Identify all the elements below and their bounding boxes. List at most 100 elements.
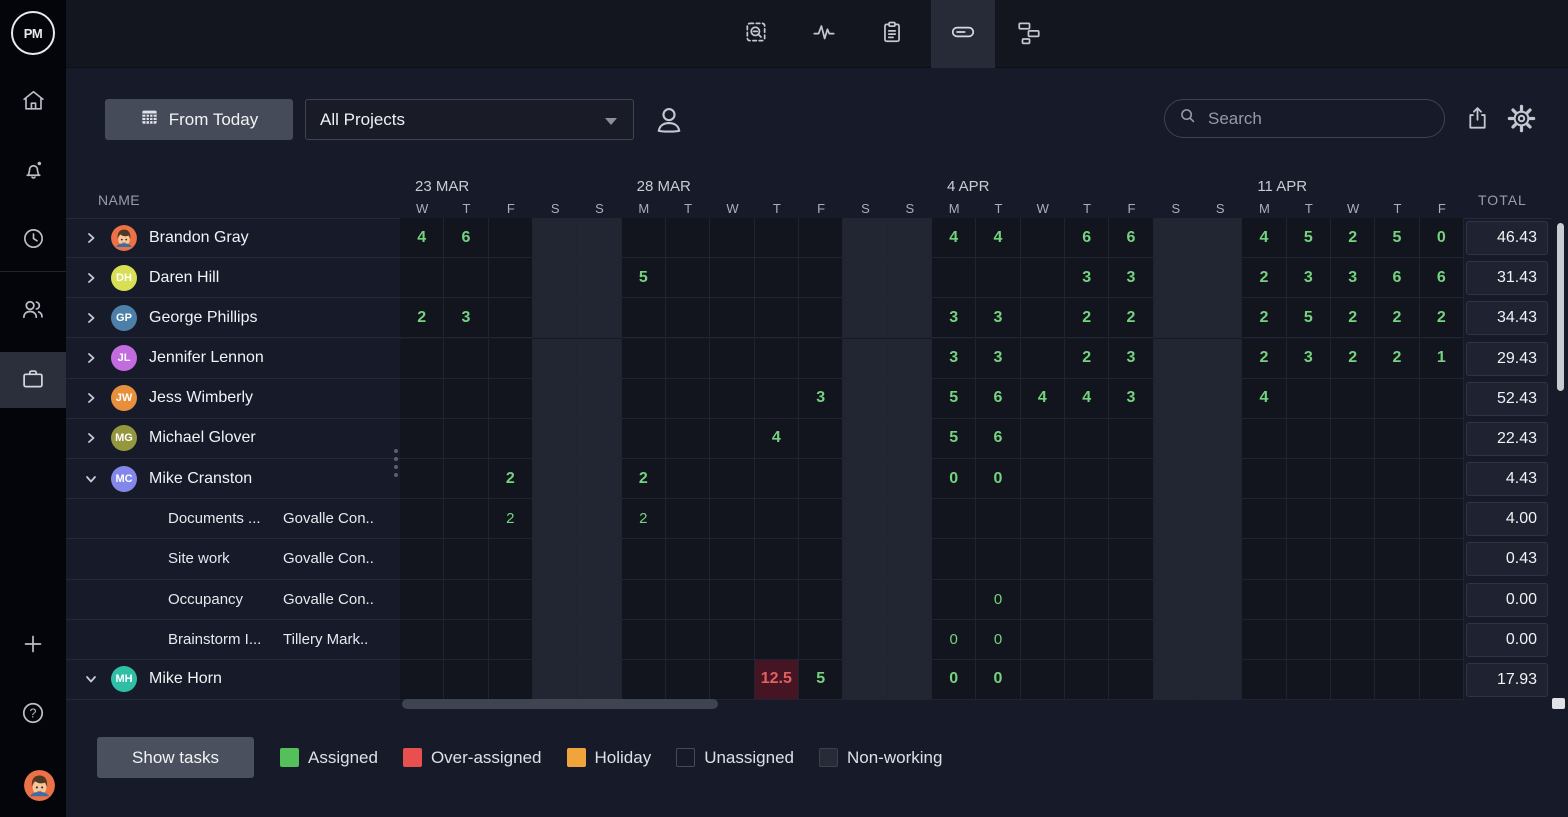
day-cell[interactable]	[976, 539, 1020, 579]
day-cell[interactable]	[533, 539, 577, 579]
day-cell[interactable]	[533, 339, 577, 379]
chevron-down-icon[interactable]	[84, 672, 98, 686]
day-cell[interactable]	[1021, 620, 1065, 660]
day-cell[interactable]: 6	[1375, 258, 1419, 298]
day-cell[interactable]	[666, 419, 710, 459]
chevron-right-icon[interactable]	[84, 231, 98, 245]
day-cell[interactable]	[932, 539, 976, 579]
day-cell[interactable]	[843, 660, 887, 700]
day-cell[interactable]	[710, 258, 754, 298]
day-cell[interactable]	[533, 660, 577, 700]
day-cell[interactable]	[1287, 620, 1331, 660]
day-cell[interactable]	[622, 580, 666, 620]
day-cell[interactable]	[1242, 580, 1286, 620]
chevron-right-icon[interactable]	[84, 351, 98, 365]
day-cell[interactable]	[710, 218, 754, 258]
day-cell[interactable]	[843, 419, 887, 459]
day-cell[interactable]	[755, 339, 799, 379]
day-cell[interactable]	[755, 499, 799, 539]
day-cell[interactable]	[843, 218, 887, 258]
day-cell[interactable]	[577, 339, 621, 379]
person-row[interactable]: MCMike Cranston	[66, 459, 400, 499]
day-cell[interactable]	[1154, 218, 1198, 258]
day-cell[interactable]: 3	[1109, 379, 1153, 419]
tab-portfolio[interactable]	[997, 0, 1061, 68]
day-cell[interactable]	[1021, 539, 1065, 579]
sidebar-item-team[interactable]	[0, 291, 66, 331]
day-cell[interactable]	[533, 419, 577, 459]
day-cell[interactable]	[1021, 339, 1065, 379]
day-cell[interactable]	[400, 620, 444, 660]
tab-tasks[interactable]	[860, 0, 924, 68]
day-cell[interactable]	[1287, 459, 1331, 499]
day-cell[interactable]	[1420, 379, 1464, 419]
day-cell[interactable]	[666, 499, 710, 539]
day-cell[interactable]	[666, 339, 710, 379]
day-cell[interactable]: 0	[976, 660, 1020, 700]
day-cell[interactable]: 5	[1375, 218, 1419, 258]
row-drag-handle[interactable]	[394, 449, 399, 477]
day-cell[interactable]	[1021, 499, 1065, 539]
day-cell[interactable]	[1109, 419, 1153, 459]
day-cell[interactable]	[1198, 660, 1242, 700]
day-cell[interactable]: 5	[932, 419, 976, 459]
sidebar-item-notifications[interactable]	[0, 152, 66, 192]
day-cell[interactable]	[444, 499, 488, 539]
day-cell[interactable]	[1287, 539, 1331, 579]
day-cell[interactable]	[444, 258, 488, 298]
day-cell[interactable]	[622, 660, 666, 700]
day-cell[interactable]	[1021, 580, 1065, 620]
day-cell[interactable]	[888, 499, 932, 539]
day-cell[interactable]	[1331, 539, 1375, 579]
day-cell[interactable]	[1109, 580, 1153, 620]
day-cell[interactable]	[1420, 499, 1464, 539]
day-cell[interactable]: 2	[1420, 298, 1464, 338]
day-cell[interactable]	[444, 620, 488, 660]
day-cell[interactable]: 2	[1109, 298, 1153, 338]
day-cell[interactable]	[533, 258, 577, 298]
day-cell[interactable]	[1242, 620, 1286, 660]
day-cell[interactable]: 3	[444, 298, 488, 338]
day-cell[interactable]	[444, 580, 488, 620]
day-cell[interactable]	[1109, 459, 1153, 499]
day-cell[interactable]	[444, 379, 488, 419]
day-cell[interactable]	[710, 419, 754, 459]
day-cell[interactable]	[1065, 580, 1109, 620]
day-cell[interactable]	[489, 258, 533, 298]
day-cell[interactable]	[1242, 499, 1286, 539]
day-cell[interactable]	[1065, 499, 1109, 539]
day-cell[interactable]	[489, 660, 533, 700]
day-cell[interactable]	[843, 379, 887, 419]
day-cell[interactable]	[843, 298, 887, 338]
day-cell[interactable]	[666, 218, 710, 258]
sidebar-item-time[interactable]	[0, 221, 66, 261]
pm-logo[interactable]: PM	[11, 11, 55, 55]
day-cell[interactable]: 4	[1242, 379, 1286, 419]
day-cell[interactable]: 0	[1420, 218, 1464, 258]
day-cell[interactable]	[843, 580, 887, 620]
day-cell[interactable]	[710, 499, 754, 539]
day-cell[interactable]	[755, 258, 799, 298]
day-cell[interactable]	[622, 218, 666, 258]
day-cell[interactable]: 2	[1242, 339, 1286, 379]
day-cell[interactable]: 4	[755, 419, 799, 459]
day-cell[interactable]	[1065, 459, 1109, 499]
day-cell[interactable]	[755, 298, 799, 338]
day-cell[interactable]	[843, 539, 887, 579]
day-cell[interactable]	[489, 379, 533, 419]
day-cell[interactable]	[577, 258, 621, 298]
day-cell[interactable]	[666, 459, 710, 499]
day-cell[interactable]	[489, 339, 533, 379]
day-cell[interactable]	[1375, 660, 1419, 700]
day-cell[interactable]: 0	[932, 459, 976, 499]
day-cell[interactable]	[1375, 379, 1419, 419]
day-cell[interactable]	[1154, 298, 1198, 338]
day-cell[interactable]	[489, 298, 533, 338]
day-cell[interactable]	[1198, 379, 1242, 419]
day-cell[interactable]	[489, 218, 533, 258]
person-row[interactable]: Brandon Gray	[66, 218, 400, 258]
day-cell[interactable]	[1242, 539, 1286, 579]
day-cell[interactable]: 6	[976, 379, 1020, 419]
day-cell[interactable]	[888, 258, 932, 298]
day-cell[interactable]: 2	[1242, 258, 1286, 298]
